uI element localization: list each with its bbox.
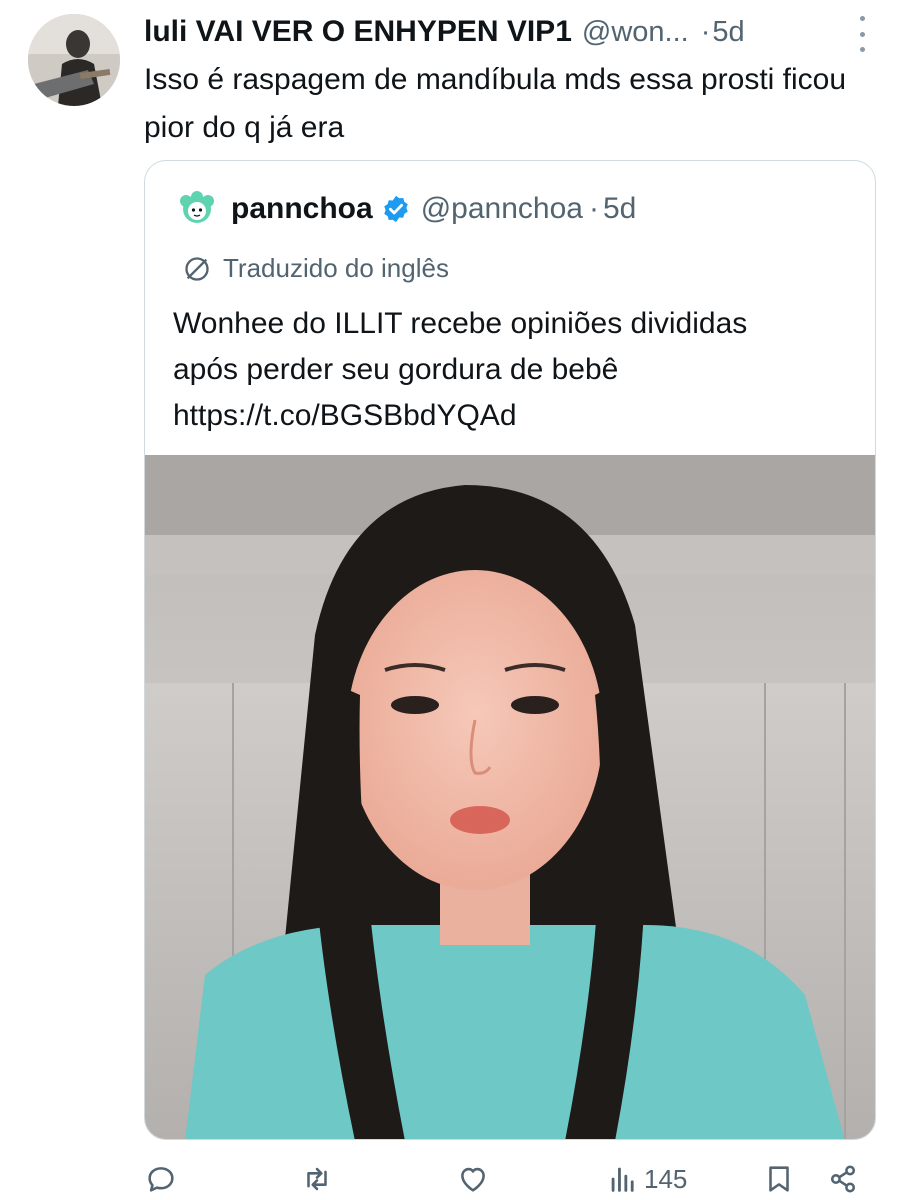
like-button[interactable] — [456, 1162, 490, 1196]
retweet-button[interactable] — [300, 1162, 334, 1196]
quoted-link[interactable]: https://t.co/BGSBbdYQAd — [173, 393, 863, 439]
translate-icon — [185, 256, 209, 281]
translated-label: Traduzido do inglês — [223, 253, 449, 283]
views-icon — [611, 1167, 634, 1192]
retweet-icon — [307, 1167, 327, 1191]
bookmark-icon — [769, 1166, 789, 1192]
views-button[interactable]: 145 — [606, 1162, 687, 1196]
views-count: 145 — [644, 1163, 688, 1194]
tweet-text: Isso é raspagem de mandíbula mds essa pr… — [144, 63, 847, 144]
quoted-tweet[interactable]: pannchoa @pannchoa · 5d Traduzido do ing… — [144, 160, 876, 1140]
author-handle[interactable]: @won... — [582, 16, 689, 49]
separator-dot: · — [700, 15, 711, 48]
quoted-display-name[interactable]: pannchoa — [231, 192, 373, 226]
reply-icon — [148, 1167, 174, 1192]
pannchoa-avatar-icon[interactable] — [175, 189, 219, 229]
reply-button[interactable] — [144, 1162, 178, 1196]
tweet-header: luli VAI VER O ENHYPEN VIP1 @won... · 5d — [144, 10, 865, 54]
tweet-action-bar: 145 — [0, 1156, 905, 1200]
quoted-time[interactable]: 5d — [603, 192, 636, 226]
quoted-separator-dot: · — [588, 192, 599, 225]
translated-notice[interactable]: Traduzido do inglês — [183, 253, 449, 284]
verified-badge-icon — [383, 195, 408, 223]
quoted-handle[interactable]: @pannchoa — [421, 192, 583, 226]
tweet-time[interactable]: 5d — [712, 16, 744, 49]
bookmark-button[interactable] — [762, 1162, 796, 1196]
quoted-tweet-header: pannchoa @pannchoa · 5d — [175, 189, 636, 229]
heart-icon — [461, 1167, 485, 1192]
share-button[interactable] — [826, 1162, 860, 1196]
quoted-media-image[interactable] — [145, 455, 875, 1139]
share-icon — [830, 1165, 856, 1193]
quoted-text-line-2: após perder seu gordura de bebê — [173, 353, 619, 386]
quoted-text-line-1: Wonhee do ILLIT recebe opiniões dividida… — [173, 307, 748, 340]
more-options-icon[interactable] — [855, 16, 869, 52]
quoted-tweet-text: Wonhee do ILLIT recebe opiniões dividida… — [173, 301, 863, 439]
author-display-name[interactable]: luli VAI VER O ENHYPEN VIP1 — [144, 15, 572, 49]
author-avatar[interactable] — [28, 14, 120, 106]
